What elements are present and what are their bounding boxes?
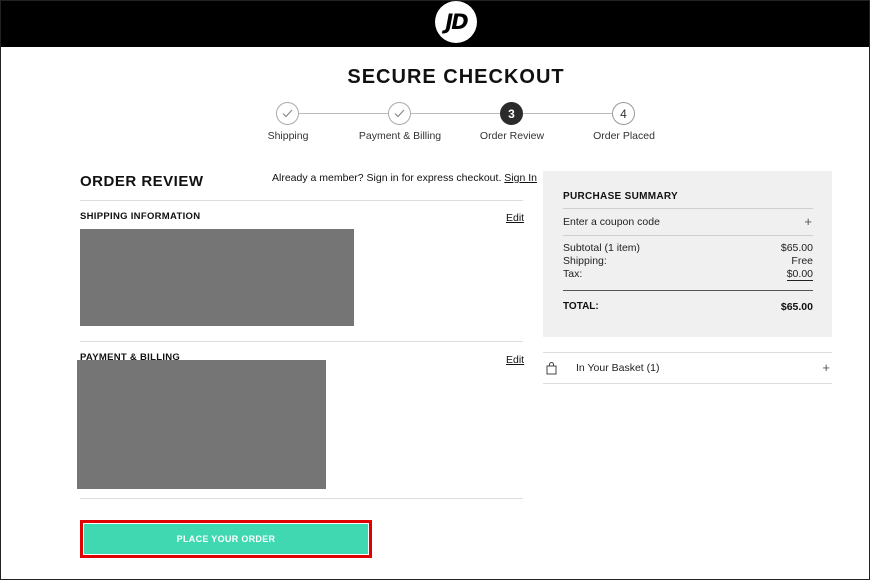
step-label-order-review: Order Review	[479, 130, 545, 142]
progress-line	[523, 113, 612, 114]
plus-icon[interactable]: +	[804, 214, 812, 229]
sign-in-link[interactable]: Sign In	[504, 172, 537, 184]
shipping-label: Shipping:	[563, 255, 607, 267]
edit-shipping-link[interactable]: Edit	[506, 212, 524, 224]
divider	[80, 200, 523, 201]
jd-logo[interactable]: JD	[435, 1, 477, 43]
divider	[563, 290, 813, 291]
basket-toggle[interactable]: In Your Basket (1) +	[543, 352, 832, 384]
member-prompt-text: Already a member? Sign in for express ch…	[272, 172, 502, 184]
subtotal-label: Subtotal (1 item)	[563, 242, 641, 254]
order-review-title: ORDER REVIEW	[80, 173, 204, 190]
total-value: $65.00	[780, 301, 813, 313]
redacted-payment-details	[77, 360, 326, 489]
plus-icon[interactable]: +	[822, 360, 830, 375]
tax-value: $0.00	[786, 268, 813, 281]
step-label-shipping[interactable]: Shipping	[268, 130, 309, 142]
step-order-review-marker: 3	[500, 102, 523, 125]
divider	[80, 341, 523, 342]
check-icon	[282, 109, 293, 118]
tax-label: Tax:	[563, 268, 583, 280]
coupon-code-toggle[interactable]: Enter a coupon code	[563, 216, 660, 228]
shipping-value: Free	[791, 255, 813, 267]
place-order-button[interactable]: PLACE YOUR ORDER	[84, 524, 368, 554]
divider	[563, 235, 813, 236]
step-order-placed-marker: 4	[612, 102, 635, 125]
edit-payment-link[interactable]: Edit	[506, 354, 524, 366]
step-shipping-check-icon[interactable]	[276, 102, 299, 125]
step-label-payment[interactable]: Payment & Billing	[359, 130, 441, 142]
redacted-shipping-details	[80, 229, 354, 326]
page-title: SECURE CHECKOUT	[347, 66, 565, 88]
shopping-bag-icon	[546, 362, 557, 375]
total-label: TOTAL:	[563, 301, 599, 312]
divider	[563, 208, 813, 209]
top-bar: JD	[0, 0, 870, 47]
basket-label: In Your Basket (1)	[576, 362, 660, 374]
member-signin-prompt: Already a member? Sign in for express ch…	[272, 172, 537, 184]
progress-line	[411, 113, 500, 114]
step-payment-check-icon[interactable]	[388, 102, 411, 125]
progress-line	[299, 113, 388, 114]
checkout-progress: 3 4 Shipping Payment & Billing Order Rev…	[0, 101, 870, 146]
check-icon	[394, 109, 405, 118]
divider	[80, 498, 523, 499]
purchase-summary-panel: PURCHASE SUMMARY Enter a coupon code + S…	[543, 171, 832, 337]
step-label-order-placed: Order Placed	[593, 130, 655, 142]
purchase-summary-title: PURCHASE SUMMARY	[563, 191, 678, 202]
subtotal-value: $65.00	[780, 242, 813, 254]
shipping-information-heading: SHIPPING INFORMATION	[80, 211, 201, 222]
